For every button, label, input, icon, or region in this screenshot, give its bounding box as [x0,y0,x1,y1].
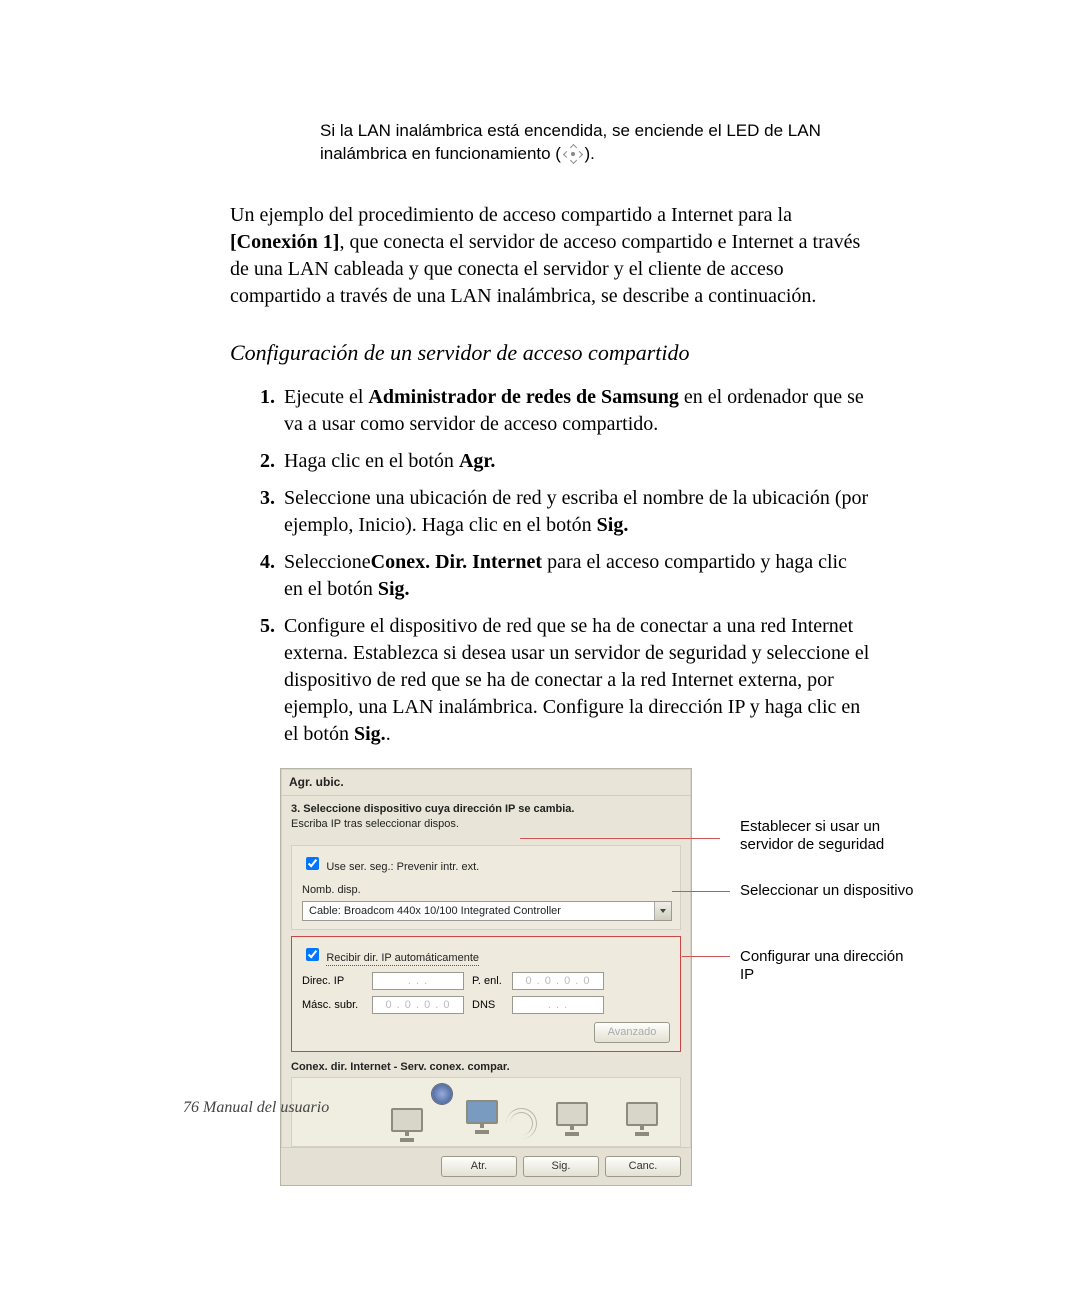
advanced-button[interactable]: Avanzado [594,1022,670,1043]
ip-settings-panel: Recibir dir. IP automáticamente Direc. I… [291,936,681,1052]
callout-line-2 [672,891,730,892]
step-5-bold: Sig. [354,723,386,745]
step-3-a: Seleccione una ubicación de red y escrib… [284,487,868,536]
cancel-button[interactable]: Canc. [605,1156,681,1177]
intro-connection-bold: [Conexión 1] [230,231,339,253]
server-pc-icon [462,1100,502,1134]
dns-field[interactable]: . . . [512,996,604,1014]
step-3: Seleccione una ubicación de red y escrib… [280,485,870,539]
steps-list: Ejecute el Administrador de redes de Sam… [230,384,870,748]
security-device-panel: Use ser. seg.: Prevenir intr. ext. Nomb.… [291,845,681,930]
device-dropdown-value: Cable: Broadcom 440x 10/100 Integrated C… [303,904,654,919]
device-dropdown[interactable]: Cable: Broadcom 440x 10/100 Integrated C… [302,901,672,921]
chevron-down-icon [659,907,667,915]
use-security-row[interactable]: Use ser. seg.: Prevenir intr. ext. [302,859,479,873]
callout-security: Establecer si usar un servidor de seguri… [740,818,920,854]
step-5-c: . [386,723,391,745]
subnet-mask-label: Másc. subr. [302,998,372,1013]
diagram-title: Conex. dir. Internet - Serv. conex. comp… [291,1060,681,1075]
internet-globe-icon [432,1084,452,1104]
gateway-field[interactable]: 0 . 0 . 0 . 0 [512,972,604,990]
laptop-2-icon [622,1102,662,1136]
device-name-label: Nomb. disp. [302,883,670,898]
step-1-bold: Administrador de redes de Samsung [368,386,678,408]
step-4-bold2: Sig. [378,578,410,600]
wireless-waves-icon [510,1112,540,1132]
connection-diagram [291,1077,681,1147]
dialog-button-bar: Atr. Sig. Canc. [281,1147,691,1185]
page-footer: 76 Manual del usuario [183,1097,329,1119]
wlan-led-note: Si la LAN inalámbrica está encendida, se… [320,120,870,166]
dialog-title: Agr. ubic. [281,769,691,796]
ip-address-field[interactable]: . . . [372,972,464,990]
section-title: Configuración de un servidor de acceso c… [230,338,870,368]
wlan-led-icon [566,147,580,161]
wlan-led-note-text-b: ). [584,144,594,163]
step-4-bold: Conex. Dir. Internet [371,551,542,573]
callout-line-3 [682,956,730,957]
step-1: Ejecute el Administrador de redes de Sam… [280,384,870,438]
callout-device: Seleccionar un dispositivo [740,882,920,900]
dns-label: DNS [472,998,512,1013]
step-2-a: Haga clic en el botón [284,450,459,472]
step-2: Haga clic en el botón Agr. [280,448,870,475]
subnet-mask-field[interactable]: 0 . 0 . 0 . 0 [372,996,464,1014]
step-5: Configure el dispositivo de red que se h… [280,613,870,748]
auto-ip-label: Recibir dir. IP automáticamente [326,952,479,966]
client-pc-icon [387,1108,427,1142]
dialog-screenshot: Agr. ubic. 3. Seleccione dispositivo cuy… [280,768,890,1186]
ip-address-label: Direc. IP [302,974,372,989]
auto-ip-checkbox[interactable] [306,948,319,961]
use-security-checkbox[interactable] [306,857,319,870]
dialog-subheading: Escriba IP tras seleccionar dispos. [281,817,691,840]
auto-ip-row[interactable]: Recibir dir. IP automáticamente [302,950,479,964]
back-button[interactable]: Atr. [441,1156,517,1177]
gateway-label: P. enl. [472,974,512,989]
use-security-label: Use ser. seg.: Prevenir intr. ext. [326,861,479,873]
step-1-a: Ejecute el [284,386,368,408]
step-2-bold: Agr. [459,450,495,472]
intro-paragraph: Un ejemplo del procedimiento de acceso c… [230,202,870,310]
step-4: SeleccioneConex. Dir. Internet para el a… [280,549,870,603]
intro-pre: Un ejemplo del procedimiento de acceso c… [230,204,792,226]
callout-ip: Configurar una dirección IP [740,948,920,984]
next-button[interactable]: Sig. [523,1156,599,1177]
callout-line-1 [520,838,720,839]
dialog-heading: 3. Seleccione dispositivo cuya dirección… [281,796,691,817]
step-4-a: Seleccione [284,551,371,573]
device-dropdown-button[interactable] [654,902,671,920]
laptop-1-icon [552,1102,592,1136]
step-3-bold: Sig. [597,514,629,536]
add-location-dialog: Agr. ubic. 3. Seleccione dispositivo cuy… [280,768,692,1186]
